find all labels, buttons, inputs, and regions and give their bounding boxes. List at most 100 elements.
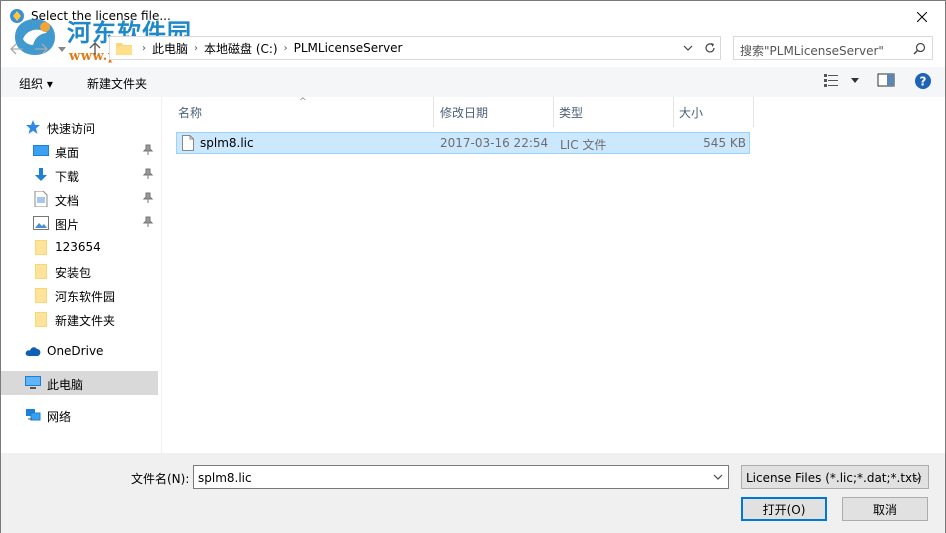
sidebar-item-desktop[interactable]: 桌面 (1, 139, 158, 163)
arrow-left-icon (10, 43, 23, 55)
filetype-dropdown[interactable] (909, 469, 925, 487)
sidebar-item-label: 网络 (47, 410, 72, 424)
filetype-select[interactable]: License Files (*.lic;*.dat;*.txt) (741, 465, 929, 489)
app-icon (9, 8, 25, 24)
address-bar[interactable]: › 此电脑 › 本地磁盘 (C:) › PLMLicenseServer (109, 36, 721, 60)
column-header-name[interactable]: 名称 (178, 97, 432, 127)
sidebar-item-folder-hedong[interactable]: 河东软件园 (1, 283, 158, 307)
recent-locations-button[interactable] (55, 39, 69, 59)
chevron-down-icon (683, 45, 693, 51)
file-icon (182, 135, 194, 154)
sidebar-item-label: 桌面 (55, 146, 80, 160)
back-button[interactable] (7, 39, 27, 59)
details-view-icon (824, 74, 838, 87)
new-folder-button[interactable]: 新建文件夹 (87, 75, 147, 92)
folder-icon (33, 263, 49, 279)
sidebar-item-downloads[interactable]: 下载 (1, 163, 158, 187)
desktop-icon (33, 143, 49, 159)
cancel-button[interactable]: 取消 (842, 497, 928, 521)
search-input[interactable]: 搜索"PLMLicenseServer" (733, 36, 933, 60)
up-button[interactable] (85, 39, 105, 59)
download-icon (33, 167, 49, 183)
close-icon (917, 11, 927, 22)
folder-icon (116, 42, 132, 55)
sidebar-item-label: 下载 (55, 170, 80, 184)
column-header-label: 修改日期 (440, 105, 489, 120)
help-button[interactable]: ? (914, 72, 932, 90)
file-list: ^ 名称 修改日期 类型 大小 splm8.lic 2017-03-16 22:… (162, 97, 945, 453)
sidebar-item-quick-access[interactable]: 快速访问 (1, 115, 158, 139)
computer-icon (25, 375, 41, 391)
chevron-down-icon (713, 474, 723, 480)
filename-input[interactable]: splm8.lic (193, 465, 729, 489)
sidebar-item-pictures[interactable]: 图片 (1, 211, 158, 235)
sidebar-item-label: 安装包 (55, 266, 92, 280)
command-toolbar: 组织 ▾ 新建文件夹 ? (1, 67, 945, 97)
column-separator[interactable] (753, 97, 754, 127)
sidebar-item-label: 此电脑 (47, 378, 84, 392)
sidebar-item-folder-installers[interactable]: 安装包 (1, 259, 158, 283)
sidebar-item-documents[interactable]: 文档 (1, 187, 158, 211)
pin-icon (142, 168, 154, 183)
dialog-footer: 文件名(N): splm8.lic License Files (*.lic;*… (1, 453, 945, 533)
search-icon (913, 42, 926, 55)
cloud-icon (25, 343, 41, 359)
preview-pane-button[interactable] (877, 73, 895, 87)
sidebar-item-label: 新建文件夹 (55, 314, 116, 328)
file-open-dialog: Select the license file... 河东软件园 www.pc0… (0, 0, 946, 533)
open-button[interactable]: 打开(O) (741, 497, 827, 521)
sidebar-item-label: 文档 (55, 194, 80, 208)
document-icon (33, 191, 49, 207)
folder-icon (33, 287, 49, 303)
file-name: splm8.lic (200, 136, 254, 150)
chevron-down-icon (58, 46, 66, 52)
column-separator[interactable] (553, 97, 554, 127)
column-header-size[interactable]: 大小 (679, 97, 751, 127)
sidebar-item-label: OneDrive (47, 344, 104, 358)
arrow-right-icon (35, 43, 48, 55)
chevron-down-icon (851, 77, 859, 83)
search-placeholder: 搜索"PLMLicenseServer" (740, 44, 884, 58)
sidebar-item-network[interactable]: 网络 (1, 403, 158, 427)
forward-button[interactable] (31, 39, 51, 59)
column-header-label: 大小 (679, 105, 704, 120)
breadcrumb-this-pc[interactable]: 此电脑 (152, 40, 188, 57)
breadcrumb-separator-icon: › (142, 42, 146, 54)
filetype-value: License Files (*.lic;*.dat;*.txt) (746, 471, 922, 485)
sidebar-item-this-pc[interactable]: 此电脑 (1, 371, 158, 395)
column-separator[interactable] (433, 97, 434, 127)
arrow-up-icon (89, 42, 101, 55)
close-button[interactable] (899, 1, 945, 32)
column-header-type[interactable]: 类型 (559, 97, 671, 127)
help-icon: ? (915, 73, 931, 89)
preview-pane-icon (877, 73, 895, 87)
view-options-button[interactable] (823, 73, 859, 87)
column-header-label: 名称 (178, 105, 203, 120)
title-bar: Select the license file... (1, 1, 945, 32)
chevron-down-icon (912, 475, 922, 481)
sidebar-item-onedrive[interactable]: OneDrive (1, 339, 158, 363)
star-icon (25, 119, 41, 135)
address-history-dropdown[interactable] (680, 37, 696, 59)
svg-text:?: ? (920, 75, 927, 89)
column-header-modified[interactable]: 修改日期 (440, 97, 552, 127)
sidebar-item-folder-123654[interactable]: 123654 (1, 235, 158, 259)
refresh-button[interactable] (698, 37, 720, 59)
table-row[interactable]: splm8.lic 2017-03-16 22:54 LIC 文件 545 KB (176, 132, 750, 154)
sidebar-item-label: 快速访问 (47, 122, 96, 136)
file-size: 545 KB (703, 136, 746, 150)
breadcrumb-local-disk[interactable]: 本地磁盘 (C:) (204, 40, 278, 57)
breadcrumb-separator-icon: › (283, 42, 288, 54)
column-separator[interactable] (673, 97, 674, 127)
column-header-label: 类型 (559, 105, 584, 120)
refresh-icon (704, 43, 715, 53)
window-title: Select the license file... (31, 9, 171, 23)
breadcrumb-plmlicenseserver[interactable]: PLMLicenseServer (294, 41, 403, 55)
navigation-pane: 快速访问 桌面 下载 文档 图片 123654 安装包 河东软件园 新建文件夹 … (1, 97, 159, 453)
sidebar-item-folder-new[interactable]: 新建文件夹 (1, 307, 158, 331)
pin-icon (142, 144, 154, 159)
organize-menu[interactable]: 组织 ▾ (19, 75, 53, 92)
filename-history-dropdown[interactable] (710, 468, 726, 486)
network-icon (25, 407, 41, 423)
filename-value: splm8.lic (198, 471, 252, 485)
